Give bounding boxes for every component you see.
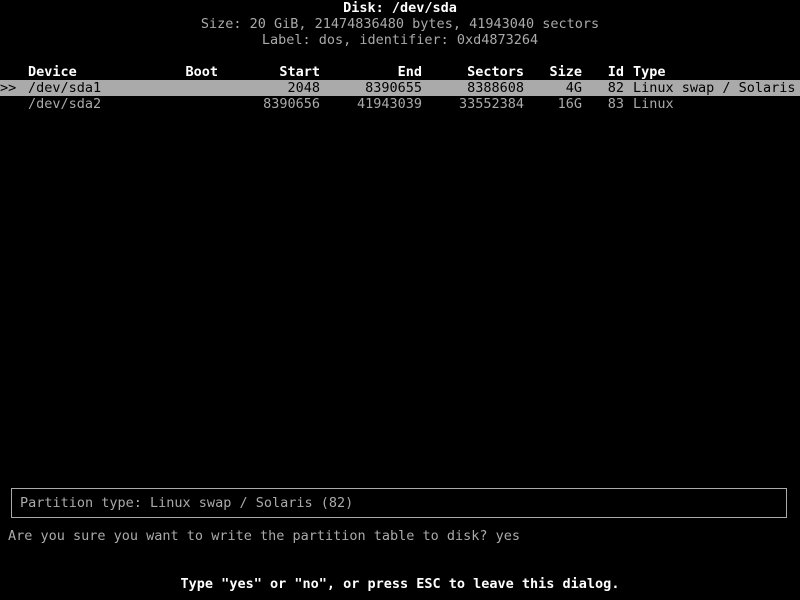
column-header-sectors: Sectors bbox=[467, 64, 524, 80]
table-row[interactable]: >> /dev/sda1 2048 8390655 8388608 4G 82 … bbox=[0, 80, 800, 96]
row-sectors: 8388608 bbox=[467, 80, 524, 96]
disk-size-line: Size: 20 GiB, 21474836480 bytes, 4194304… bbox=[200, 16, 600, 32]
column-header-size: Size bbox=[549, 64, 582, 80]
column-header-end: End bbox=[397, 64, 422, 80]
row-device: /dev/sda2 bbox=[28, 96, 102, 112]
row-boot bbox=[150, 80, 218, 96]
dialog-hint-text: Type "yes" or "no", or press ESC to leav… bbox=[180, 576, 620, 592]
disk-title: Disk: /dev/sda bbox=[343, 0, 457, 16]
row-selection-marker bbox=[0, 96, 28, 112]
row-id: 82 bbox=[607, 80, 624, 96]
column-header-type: Type bbox=[633, 64, 666, 80]
cfdisk-terminal-screen: Disk: /dev/sda Size: 20 GiB, 21474836480… bbox=[0, 0, 800, 600]
partition-table-header: Device Boot Start End Sectors Size Id Ty… bbox=[0, 64, 800, 80]
partition-type-box: Partition type: Linux swap / Solaris (82… bbox=[11, 488, 787, 518]
column-header-marker bbox=[0, 64, 28, 80]
column-header-id: Id bbox=[607, 64, 624, 80]
disk-label-line: Label: dos, identifier: 0xd4873264 bbox=[261, 32, 539, 48]
column-header-device: Device bbox=[28, 64, 77, 80]
row-start: 8390656 bbox=[263, 96, 320, 112]
partition-type-text: Partition type: Linux swap / Solaris (82… bbox=[20, 495, 354, 511]
column-header-start: Start bbox=[279, 64, 320, 80]
table-row[interactable]: /dev/sda2 8390656 41943039 33552384 16G … bbox=[0, 96, 800, 112]
row-size: 16G bbox=[557, 96, 582, 112]
row-selection-marker: >> bbox=[0, 80, 17, 96]
row-end: 8390655 bbox=[365, 80, 422, 96]
row-device: /dev/sda1 bbox=[28, 80, 102, 96]
write-confirmation-prompt[interactable]: Are you sure you want to write the parti… bbox=[8, 528, 800, 544]
row-start: 2048 bbox=[287, 80, 320, 96]
row-boot bbox=[150, 96, 218, 112]
row-type: Linux bbox=[633, 96, 674, 112]
row-type: Linux swap / Solaris bbox=[633, 80, 796, 96]
row-end: 41943039 bbox=[356, 96, 422, 112]
column-header-boot: Boot bbox=[185, 64, 218, 80]
row-size: 4G bbox=[565, 80, 582, 96]
row-sectors: 33552384 bbox=[458, 96, 524, 112]
row-id: 83 bbox=[607, 96, 624, 112]
